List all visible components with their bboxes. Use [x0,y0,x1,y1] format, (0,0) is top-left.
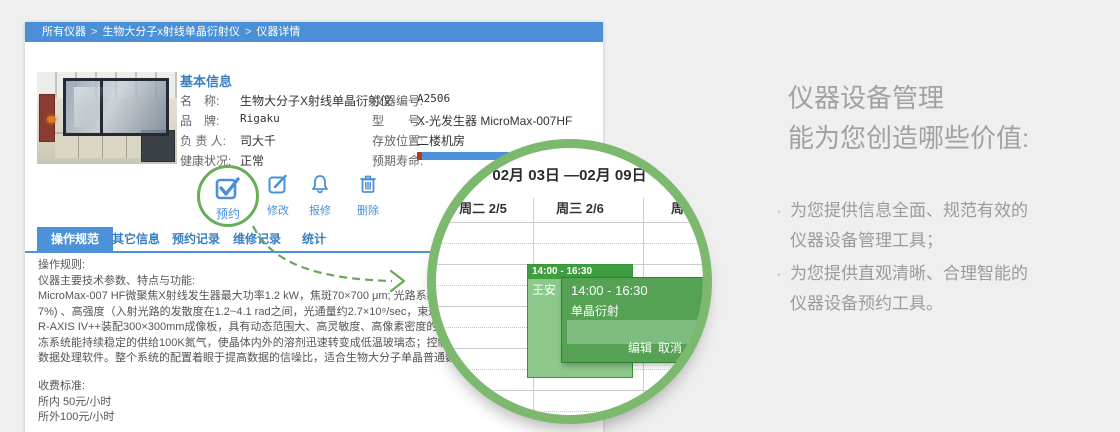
breadcrumb: 所有仪器 > 生物大分子x射线单晶衍射仪 > 仪器详情 [25,22,603,42]
popup-title: 单晶衍射 [571,304,620,318]
aside-heading-line2: 能为您创造哪些价值: [788,123,1030,153]
edit-icon [268,174,287,194]
aside-value-list: · 为您提供信息全面、规范有效的 仪器设备管理工具； · 为您提供直观清晰、合理… [776,196,1028,322]
breadcrumb-all-instruments[interactable]: 所有仪器 [42,26,86,38]
repair-label: 报修 [309,205,331,217]
health-value: 正常 [240,154,265,168]
brand-label: 品 牌: [180,114,220,128]
bullet-line: 为您提供信息全面、规范有效的 [790,201,1028,220]
photo-orange-glow [47,116,56,123]
value-bullet: · 为您提供直观清晰、合理智能的 仪器设备预约工具。 [776,259,1028,319]
event-popup: 14:00 - 16:30 单晶衍射 编辑 取消 [561,277,703,363]
value-bullet: · 为您提供信息全面、规范有效的 仪器设备管理工具； [776,196,1028,256]
magnifier-circle: 02月 03日 —02月 09日 周二 2/5 周三 2/6 周四 14:00 … [427,139,712,424]
page: 所有仪器 > 生物大分子x射线单晶衍射仪 > 仪器详情 基本信息 名 称: 生物大分子X… [0,0,1120,432]
bullet-line: 为您提供直观清晰、合理智能的 [790,264,1028,283]
calendar-day-wed: 周三 2/6 [556,201,604,216]
bullet-dot: · [776,201,782,220]
tab-statistics[interactable]: 统计 [302,227,326,251]
popup-time: 14:00 - 16:30 [571,283,648,298]
basic-info-title: 基本信息 [180,74,233,89]
manager-value: 司大千 [240,134,277,148]
edit-button[interactable]: 修改 [254,174,302,218]
fee-external: 所外100元/小时 [38,411,115,423]
breadcrumb-current: 仪器详情 [256,26,301,38]
instrument-photo [37,72,177,164]
tab-reservation-records[interactable]: 预约记录 [172,227,220,251]
repair-bell-icon [312,175,328,194]
grid-line [436,390,703,391]
aside-heading: 仪器设备管理 能为您创造哪些价值: [788,78,1029,158]
repair-button[interactable]: 报修 [296,174,344,218]
edit-label: 修改 [267,205,289,217]
bullet-dot: · [776,264,782,283]
reservation-check-icon [215,177,240,200]
info-row-brand: 品 牌: Rigaku 型 号: X-光发生器 MicroMax-007HF [180,112,600,128]
name-label: 名 称: [180,94,220,108]
info-row-name: 名 称: 生物大分子X射线单晶衍射仪 仪器编号: A2506 [180,92,600,108]
location-label: 存放位置: [372,134,424,148]
location-value: 二楼机房 [417,134,466,148]
instrument-id-label: 仪器编号: [372,94,424,108]
delete-trash-icon [360,175,376,193]
calendar-week-range: 02月 03日 —02月 09日 [492,167,647,184]
breadcrumb-separator: > [91,26,98,38]
breadcrumb-separator: > [244,26,252,38]
manager-label: 负 责 人: [180,134,227,148]
bullet-line: 仪器设备预约工具。 [790,294,943,313]
brand-value: Rigaku [240,112,280,125]
lifetime-label: 预期寿命: [372,154,424,168]
reserve-label: 预约 [215,207,240,221]
delete-label: 删除 [357,205,379,217]
calendar-day-tue: 周二 2/5 [459,201,507,216]
photo-glass-enclosure [63,78,169,136]
model-value: X-光发生器 MicroMax-007HF [417,114,573,128]
grid-line [436,411,703,412]
instrument-id-value: A2506 [417,92,451,105]
calendar-day-thu: 周四 [670,201,697,216]
fee-standard: 收费标准: 所内 50元/小时 所外100元/小时 [38,379,338,426]
popup-edit-button[interactable]: 编辑 [628,341,652,355]
grid-line [436,222,703,223]
fee-internal: 所内 50元/小时 [38,395,112,408]
fee-title: 收费标准: [38,380,86,392]
breadcrumb-instrument[interactable]: 生物大分子x射线单晶衍射仪 [102,26,240,38]
name-value: 生物大分子X射线单晶衍射仪 [240,94,393,108]
reserve-button[interactable]: 预约 [197,165,259,227]
aside-heading-line1: 仪器设备管理 [788,83,945,113]
popup-cancel-button[interactable]: 取消 [658,341,682,355]
popup-buttons: 编辑 取消 [628,339,688,356]
tab-repair-records[interactable]: 维修记录 [233,227,281,251]
tab-other-info[interactable]: 其它信息 [112,227,160,251]
delete-button[interactable]: 删除 [344,174,392,218]
grid-line [436,243,703,244]
bullet-line: 仪器设备管理工具； [790,231,943,250]
tab-operation-spec[interactable]: 操作规范 [37,227,113,251]
model-label: 型 号: [372,114,424,128]
